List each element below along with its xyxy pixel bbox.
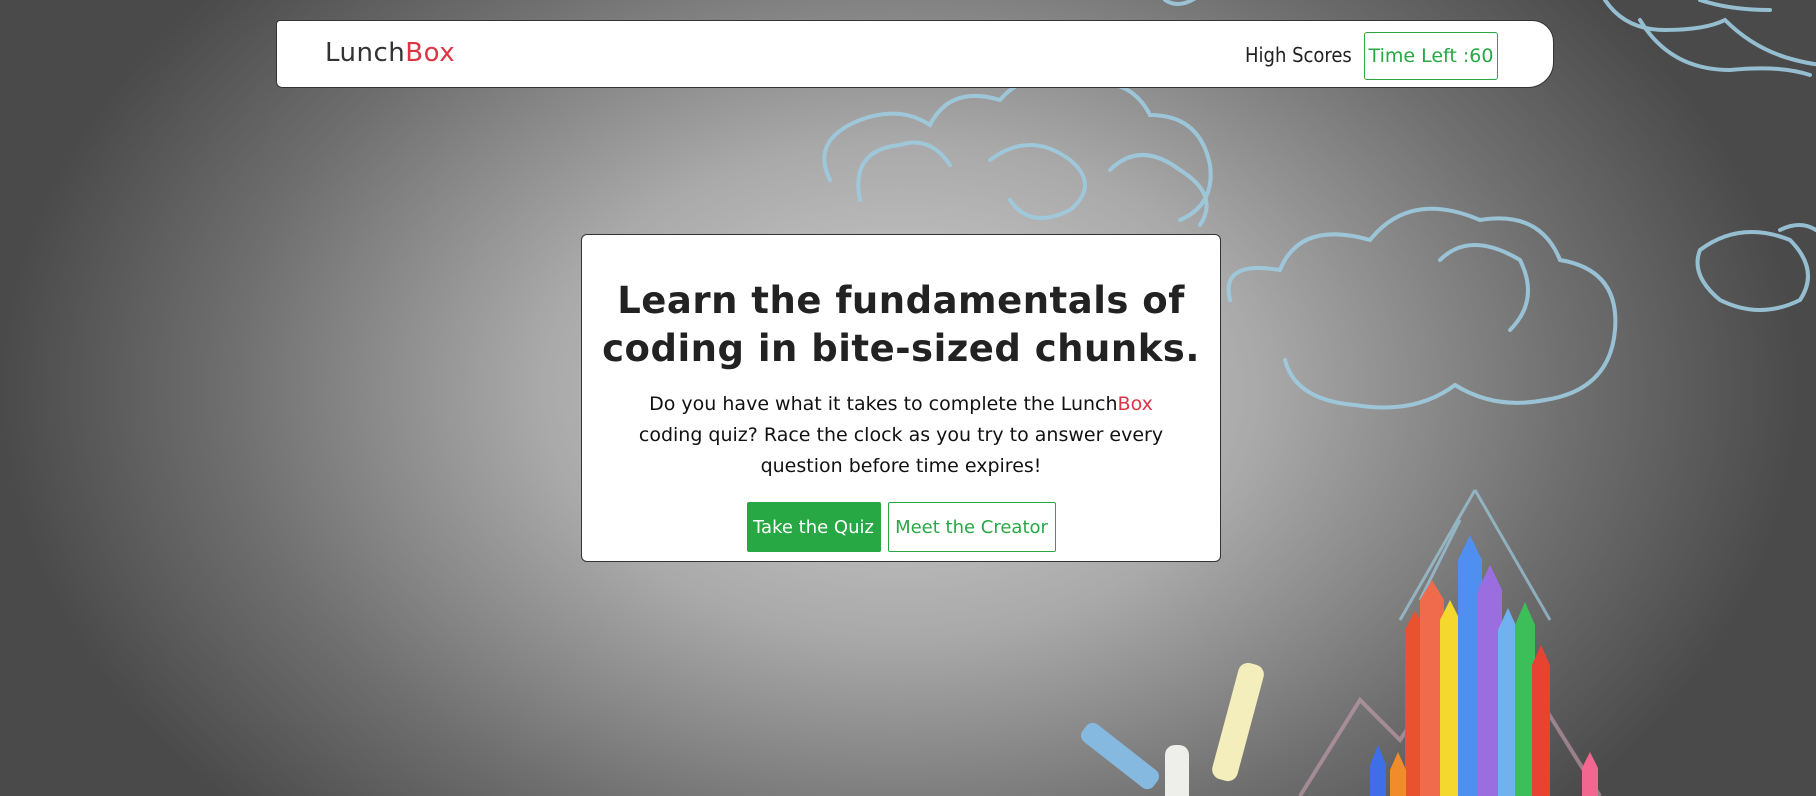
- hero-description: Do you have what it takes to complete th…: [621, 389, 1181, 482]
- meet-creator-button[interactable]: Meet the Creator: [887, 502, 1056, 552]
- hero-title: Learn the fundamentals of coding in bite…: [582, 277, 1220, 373]
- chalk-cloud-icon: [1226, 206, 1816, 410]
- high-scores-link[interactable]: High Scores: [1245, 43, 1352, 67]
- brand-accent: Box: [405, 38, 456, 68]
- hero-card: Learn the fundamentals of coding in bite…: [581, 234, 1221, 562]
- chalk-cloud-icon: [822, 75, 1213, 227]
- chalk-mountain-icon: [1298, 676, 1602, 796]
- hero-buttons: Take the Quiz Meet the Creator: [582, 502, 1220, 552]
- chalk-stick-icon: [1080, 662, 1264, 796]
- brand-logo[interactable]: LunchBox: [325, 38, 455, 68]
- hero-title-line2: coding in bite-sized chunks.: [602, 327, 1200, 370]
- chalk-tree-icon: [1398, 489, 1552, 621]
- crayons-icon: [1370, 535, 1598, 796]
- hero-text-accent: Box: [1117, 393, 1153, 415]
- take-quiz-button[interactable]: Take the Quiz: [746, 502, 881, 552]
- top-navbar: LunchBox High Scores Time Left :60: [276, 20, 1554, 88]
- hero-text-after: coding quiz? Race the clock as you try t…: [638, 424, 1164, 477]
- hero-text-before: Do you have what it takes to complete th…: [649, 393, 1118, 415]
- time-left-counter: Time Left :60: [1364, 32, 1498, 80]
- hero-title-line1: Learn the fundamentals of: [617, 279, 1185, 322]
- brand-name: Lunch: [325, 38, 406, 68]
